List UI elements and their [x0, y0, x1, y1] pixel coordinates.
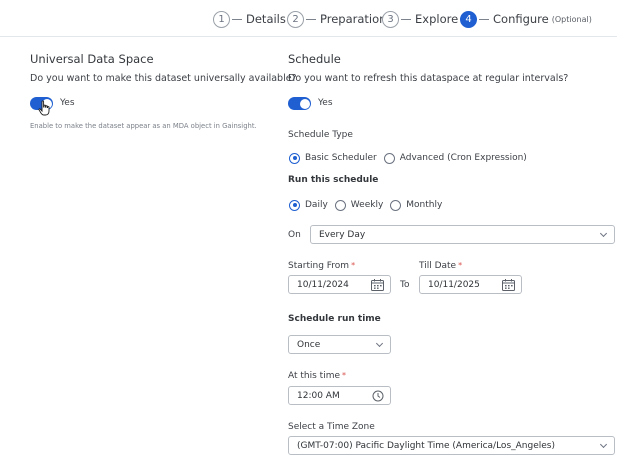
- radio-label: Advanced (Cron Expression): [399, 153, 527, 163]
- universal-data-space-title: Universal Data Space: [30, 52, 154, 66]
- chevron-down-icon: [599, 440, 608, 449]
- required-mark: *: [458, 261, 463, 270]
- to-label: To: [400, 280, 410, 290]
- schedule-type-group: Basic Scheduler Advanced (Cron Expressio…: [289, 151, 534, 165]
- step-connector: [232, 18, 242, 20]
- step-connector: [479, 18, 489, 20]
- universal-question: Do you want to make this dataset univers…: [30, 73, 297, 84]
- starting-from-text: Starting From: [288, 261, 350, 271]
- step-configure[interactable]: 4 Configure (Optional): [460, 9, 592, 29]
- schedule-toggle[interactable]: [288, 97, 311, 110]
- required-mark: *: [342, 371, 347, 380]
- till-date-text: Till Date: [419, 261, 457, 271]
- run-schedule-label: Run this schedule: [288, 175, 379, 185]
- at-time-text: At this time: [288, 371, 341, 381]
- on-label: On: [288, 230, 301, 240]
- universal-hint: Enable to make the dataset appear as an …: [30, 122, 257, 130]
- radio-label: Daily: [305, 200, 328, 210]
- step-number: 2: [287, 10, 304, 28]
- run-time-value: Once: [297, 339, 321, 350]
- required-mark: *: [351, 261, 356, 270]
- schedule-title: Schedule: [288, 52, 341, 66]
- at-time-value: 12:00 AM: [297, 390, 340, 401]
- hand-cursor-icon: [38, 100, 50, 120]
- step-label: Details: [246, 12, 286, 26]
- schedule-type-label: Schedule Type: [288, 130, 353, 140]
- radio-advanced-cron[interactable]: [383, 152, 395, 164]
- step-connector: [401, 18, 411, 20]
- radio-monthly[interactable]: [390, 199, 402, 211]
- universal-toggle-label: Yes: [60, 98, 75, 108]
- toggle-knob: [299, 98, 310, 109]
- calendar-icon[interactable]: [371, 279, 384, 291]
- starting-from-value: 10/11/2024: [297, 279, 349, 290]
- radio-label: Basic Scheduler: [305, 153, 377, 163]
- time-zone-value: (GMT-07:00) Pacific Daylight Time (Ameri…: [297, 440, 555, 451]
- run-time-select[interactable]: Once: [288, 335, 391, 354]
- step-number: 4: [460, 10, 477, 28]
- schedule-toggle-label: Yes: [318, 98, 333, 108]
- time-zone-label: Select a Time Zone: [288, 422, 375, 432]
- step-connector: [306, 18, 316, 20]
- at-time-label: At this time *: [288, 371, 346, 381]
- wizard-stepper: 1 Details 2 Preparation 3 Explore 4 Conf…: [0, 0, 617, 37]
- radio-weekly[interactable]: [334, 199, 346, 211]
- schedule-question: Do you want to refresh this dataspace at…: [288, 73, 569, 84]
- step-details[interactable]: 1 Details: [213, 9, 286, 29]
- chevron-down-icon: [375, 339, 384, 348]
- radio-label: Weekly: [350, 200, 384, 210]
- step-label: Configure: [493, 12, 549, 26]
- calendar-icon[interactable]: [502, 279, 515, 291]
- at-time-input[interactable]: 12:00 AM: [288, 386, 391, 405]
- radio-basic-scheduler[interactable]: [289, 152, 300, 164]
- frequency-group: Daily Weekly Monthly: [289, 198, 449, 212]
- chevron-down-icon: [599, 229, 608, 238]
- step-number: 3: [382, 10, 399, 28]
- run-time-label: Schedule run time: [288, 314, 381, 324]
- step-explore[interactable]: 3 Explore: [382, 9, 458, 29]
- till-date-label: Till Date *: [419, 261, 462, 271]
- starting-from-label: Starting From *: [288, 261, 355, 271]
- step-label: Explore: [415, 12, 459, 26]
- till-date-value: 10/11/2025: [428, 279, 480, 290]
- step-label: Preparation: [320, 12, 387, 26]
- clock-icon[interactable]: [372, 390, 384, 402]
- step-number: 1: [213, 10, 230, 28]
- till-date-input[interactable]: 10/11/2025: [419, 275, 522, 294]
- on-day-select[interactable]: Every Day: [310, 225, 615, 244]
- starting-from-input[interactable]: 10/11/2024: [288, 275, 391, 294]
- radio-daily[interactable]: [289, 199, 300, 211]
- radio-label: Monthly: [406, 200, 443, 210]
- step-preparation[interactable]: 2 Preparation: [287, 9, 386, 29]
- on-day-value: Every Day: [319, 229, 366, 240]
- time-zone-select[interactable]: (GMT-07:00) Pacific Daylight Time (Ameri…: [288, 436, 615, 455]
- step-optional-tag: (Optional): [551, 14, 592, 24]
